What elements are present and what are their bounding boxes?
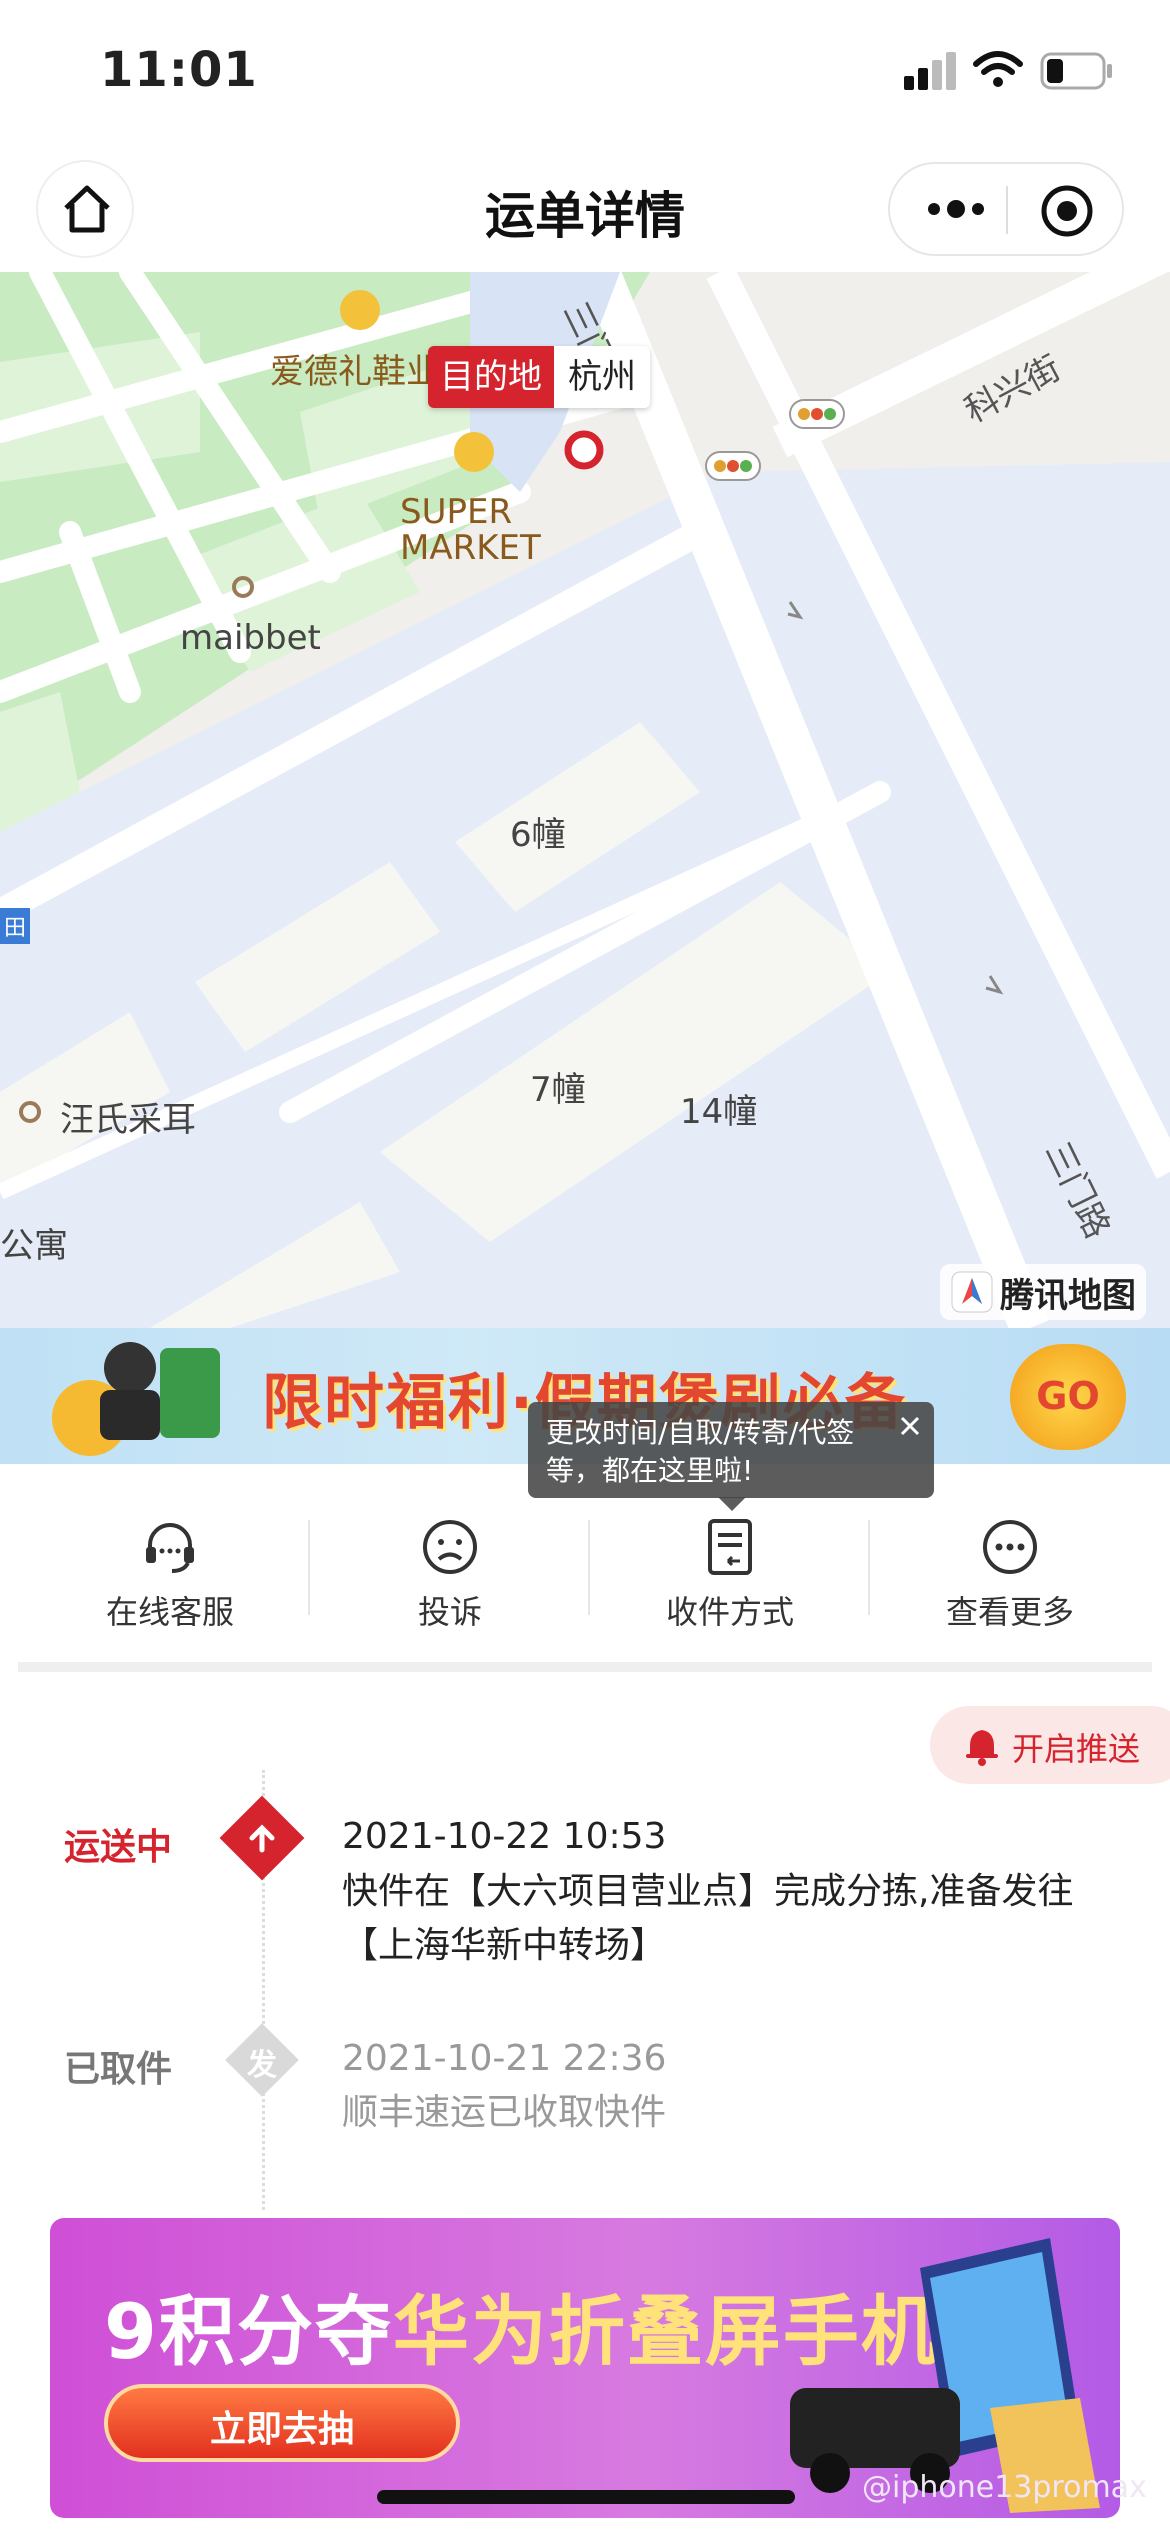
- menu-capsule: [888, 162, 1124, 256]
- sad-face-icon: [423, 1520, 477, 1574]
- destination-city: 杭州: [554, 346, 650, 408]
- tooltip-arrow: [718, 1497, 746, 1511]
- timeline-time: 2021-10-22 10:53: [342, 1816, 667, 1857]
- map-place-label: 田: [0, 908, 31, 944]
- status-bar: 11:01: [0, 0, 1170, 150]
- more-dots-icon: [983, 1520, 1037, 1574]
- action-label: 收件方式: [665, 1593, 794, 1631]
- map-place-label: 7幢: [530, 1070, 586, 1110]
- document-return-icon: [708, 1519, 752, 1575]
- draw-now-button[interactable]: 立即去抽: [104, 2384, 460, 2462]
- map-place-label: 14幢: [680, 1092, 758, 1132]
- wifi-icon: [973, 51, 1023, 87]
- timeline-desc: 快件在【大六项目营业点】完成分拣,准备发往【上海华新中转场】: [342, 1871, 1074, 1966]
- timeline-status: 运送中: [64, 1827, 173, 1868]
- action-label: 投诉: [417, 1593, 482, 1631]
- destination-tag: 目的地: [428, 346, 554, 408]
- cellular-signal-icon: [904, 52, 956, 90]
- destination-callout: 目的地 杭州: [428, 346, 650, 408]
- map-place-label: 爱德礼鞋业: [270, 352, 440, 392]
- go-button[interactable]: GO: [1010, 1344, 1126, 1450]
- status-time: 11:01: [100, 42, 258, 98]
- timeline-desc: 顺丰速运已收取快件: [342, 2092, 667, 2133]
- banner-title-mid: 积分夺: [158, 2287, 393, 2376]
- map-place-label: maibbet: [180, 618, 321, 658]
- draw-now-label: 立即去抽: [209, 2409, 354, 2450]
- battery-icon: [1040, 52, 1112, 90]
- home-indicator: [377, 2490, 795, 2504]
- banner-title-number: 9: [104, 2287, 159, 2376]
- enable-push-button[interactable]: 开启推送: [930, 1706, 1170, 1784]
- arrow-up-icon: [249, 1824, 275, 1853]
- action-view-more[interactable]: 查看更多: [870, 1475, 1150, 1645]
- capsule-divider: [1006, 186, 1008, 234]
- map-canvas: [0, 272, 1170, 1328]
- section-divider: [18, 1662, 1152, 1672]
- push-label: 开启推送: [1012, 1730, 1141, 1768]
- action-label: 查看更多: [945, 1593, 1074, 1631]
- action-customer-service[interactable]: 在线客服: [30, 1475, 310, 1645]
- tooltip-text: 更改时间/自取/转寄/代签等，都在这里啦!: [546, 1416, 855, 1487]
- map-view[interactable]: 爱德礼鞋业 SUPER MARKET maibbet 6幢 7幢 14幢 汪氏采…: [0, 272, 1170, 1328]
- promo-mascot-image: [52, 1342, 220, 1456]
- attribution-text: 腾讯地图: [1000, 1275, 1136, 1316]
- close-icon[interactable]: [898, 1414, 922, 1438]
- nav-bar: 运单详情: [0, 150, 1170, 270]
- delivery-method-tooltip: 更改时间/自取/转寄/代签等，都在这里啦!: [528, 1402, 934, 1498]
- go-label: GO: [1036, 1374, 1100, 1418]
- map-place-label: 6幢: [510, 815, 566, 855]
- map-place-label: 汪氏采耳: [60, 1100, 196, 1140]
- timeline-time: 2021-10-21 22:36: [342, 2038, 667, 2079]
- timeline-status: 已取件: [64, 2049, 173, 2090]
- more-menu-icon[interactable]: [926, 196, 986, 222]
- timeline-badge-text: 发: [247, 2048, 277, 2083]
- map-place-label: SUPER: [400, 492, 513, 532]
- map-attribution: 腾讯地图: [940, 1264, 1146, 1320]
- bell-icon: [966, 1730, 998, 1766]
- close-miniprogram-icon[interactable]: [1040, 184, 1094, 238]
- watermark: @iphone13promax: [862, 2470, 1147, 2505]
- map-place-label: 公寓: [0, 1226, 68, 1266]
- tencent-map-logo-icon: [951, 1271, 993, 1313]
- map-place-label: MARKET: [400, 528, 541, 568]
- headset-icon: [146, 1523, 194, 1573]
- action-complaint[interactable]: 投诉: [310, 1475, 590, 1645]
- action-bar: 在线客服 投诉 收件方式 查看更多: [0, 1475, 1170, 1675]
- action-label: 在线客服: [105, 1593, 234, 1631]
